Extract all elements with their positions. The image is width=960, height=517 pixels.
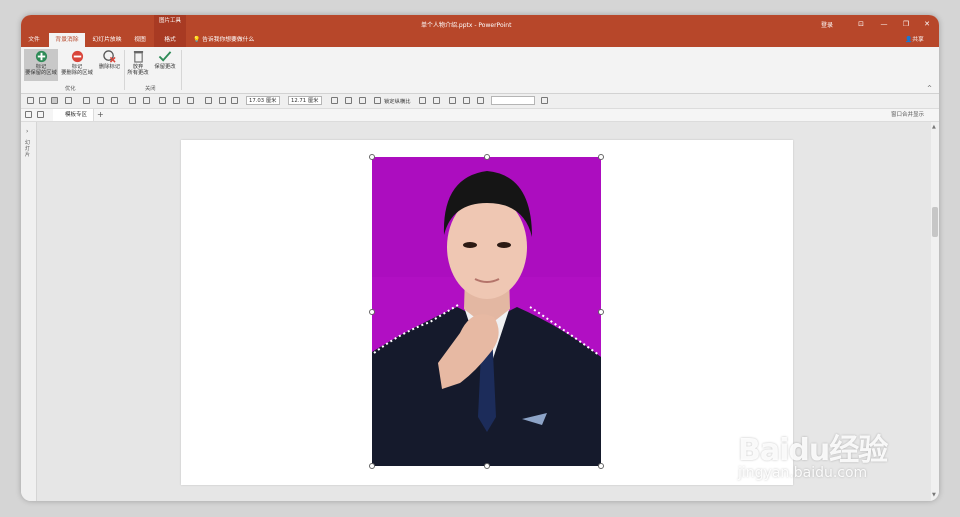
text-icon[interactable]	[111, 97, 118, 104]
keep-changes-button[interactable]: 保留更改	[151, 49, 179, 81]
expand-pane-icon[interactable]: ›	[26, 128, 28, 135]
shape-outline-icon[interactable]	[143, 97, 150, 104]
tell-me-text: 告诉我你想要做什么	[202, 37, 255, 43]
lock-ratio-checkbox[interactable]	[374, 97, 381, 104]
resize-handle-top[interactable]	[484, 154, 490, 160]
new-file-icon[interactable]	[25, 111, 32, 118]
highlight-icon[interactable]	[345, 97, 352, 104]
plus-circle-icon	[35, 50, 47, 63]
share-label: 共享	[912, 37, 924, 43]
group-separator	[181, 50, 182, 90]
mark-remove-line2: 要删除的区域	[61, 70, 93, 76]
watermark-url: jingyan.baidu.com	[738, 465, 868, 481]
group-separator	[124, 50, 125, 90]
ribbon-display-button[interactable]: ⊡	[854, 18, 868, 30]
resize-handle-bottom-left[interactable]	[369, 463, 375, 469]
arrange-icon[interactable]	[159, 97, 166, 104]
height-input[interactable]: 17.03 厘米	[246, 96, 280, 105]
tab-slideshow[interactable]: 幻灯片放映	[87, 33, 127, 47]
resize-handle-top-left[interactable]	[369, 154, 375, 160]
resize-handle-right[interactable]	[598, 309, 604, 315]
new-tab-button[interactable]: +	[97, 109, 104, 121]
quick-toolbar: 17.03 厘米 12.71 厘米 锁定纵横比	[21, 94, 939, 109]
group-label-refine: 优化	[65, 86, 76, 92]
size-icon[interactable]	[419, 97, 426, 104]
delete-mark-icon	[103, 50, 116, 63]
ribbon: 标记 要保留的区域 标记 要删除的区域 删除标记 优化 放弃 所有更改 保留更改…	[21, 47, 939, 94]
resize-handle-top-right[interactable]	[598, 154, 604, 160]
resize-handle-left[interactable]	[369, 309, 375, 315]
slide[interactable]	[181, 140, 793, 485]
arrange-grid-icon[interactable]	[433, 97, 440, 104]
close-button[interactable]: ✕	[920, 18, 934, 30]
lasso-icon[interactable]	[65, 97, 72, 104]
group-label-close: 关闭	[145, 86, 156, 92]
border-color-icon[interactable]	[359, 97, 366, 104]
merge-windows-button[interactable]: 窗口合并显示	[891, 109, 924, 121]
color-dropdown[interactable]	[491, 96, 535, 105]
title-bar: 图片工具 单个人物介绍.pptx - PowerPoint 登录 ⊡ — ❐ ✕	[21, 15, 939, 33]
restore-button[interactable]: ❐	[899, 18, 913, 30]
minus-circle-icon	[71, 50, 83, 63]
frame-icon[interactable]	[219, 97, 226, 104]
tab-file[interactable]: 文件	[23, 33, 45, 47]
tab-background-removal[interactable]: 背景消除	[49, 33, 85, 47]
document-tab-bar: 模板专区 + 窗口合并显示	[21, 109, 939, 122]
format-painter-icon[interactable]	[477, 97, 484, 104]
mark-keep-line2: 要保留的区域	[25, 70, 57, 76]
discard-line2: 所有更改	[127, 70, 149, 76]
watermark: Baidu经验 jingyan.baidu.com	[738, 425, 888, 481]
effects-icon[interactable]	[449, 97, 456, 104]
keep-changes-label: 保留更改	[154, 64, 176, 70]
mark-remove-button[interactable]: 标记 要删除的区域	[59, 49, 95, 81]
lock-ratio-label: 锁定纵横比	[384, 99, 411, 105]
doc-tab-templates[interactable]: 模板专区	[53, 109, 95, 121]
scroll-down-icon[interactable]: ▼	[932, 492, 936, 498]
context-group-label: 图片工具	[158, 18, 181, 24]
slides-pane: › 幻灯片	[21, 122, 37, 501]
pen-icon[interactable]	[97, 97, 104, 104]
tab-format[interactable]: 格式	[154, 33, 186, 47]
tell-me-search[interactable]: 💡 告诉我你想要做什么	[193, 33, 254, 47]
watermark-logo: Baidu经验	[738, 433, 888, 468]
ribbon-tab-row: 文件 背景消除 幻灯片放映 视图 格式 💡 告诉我你想要做什么 👤共享	[21, 33, 939, 47]
doc-tab-label: 模板专区	[65, 112, 88, 118]
delete-mark-label: 删除标记	[98, 64, 121, 70]
scroll-up-icon[interactable]: ▲	[932, 124, 936, 130]
portrait-photo[interactable]	[372, 157, 601, 466]
select-tool-icon[interactable]	[51, 97, 58, 104]
lightbulb-icon: 💡	[193, 37, 201, 43]
align-icon[interactable]	[39, 97, 46, 104]
shape-fill-icon[interactable]	[129, 97, 136, 104]
document-title: 单个人物介绍.pptx - PowerPoint	[421, 22, 512, 29]
login-link[interactable]: 登录	[821, 20, 833, 29]
picture-icon[interactable]	[331, 97, 338, 104]
theme-colors-icon[interactable]	[541, 97, 548, 104]
trash-icon	[133, 51, 143, 63]
edit-picture-icon[interactable]	[463, 97, 470, 104]
scroll-thumb[interactable]	[932, 207, 938, 237]
tab-view[interactable]: 视图	[129, 33, 151, 47]
discard-changes-button[interactable]: 放弃 所有更改	[126, 49, 150, 81]
rotate-icon[interactable]	[187, 97, 194, 104]
resize-handle-bottom[interactable]	[484, 463, 490, 469]
share-button[interactable]: 👤共享	[905, 33, 924, 47]
color-icon[interactable]	[231, 97, 238, 104]
eyedropper-icon[interactable]	[83, 97, 90, 104]
collapse-ribbon-icon[interactable]: ^	[927, 85, 932, 92]
vertical-scrollbar[interactable]: ▲ ▼	[931, 122, 939, 501]
folder-icon[interactable]	[37, 111, 44, 118]
delete-mark-button[interactable]: 删除标记	[96, 49, 123, 81]
minimize-button[interactable]: —	[877, 18, 891, 30]
mark-keep-button[interactable]: 标记 要保留的区域	[24, 49, 58, 81]
context-tool-group: 图片工具	[154, 15, 186, 33]
slides-pane-label: 幻灯片	[25, 140, 31, 158]
lock-icon[interactable]	[27, 97, 34, 104]
group-icon[interactable]	[173, 97, 180, 104]
crop-icon[interactable]	[205, 97, 212, 104]
resize-handle-bottom-right[interactable]	[598, 463, 604, 469]
portrait-illustration	[372, 157, 601, 466]
checkmark-icon	[158, 51, 172, 62]
width-input[interactable]: 12.71 厘米	[288, 96, 322, 105]
